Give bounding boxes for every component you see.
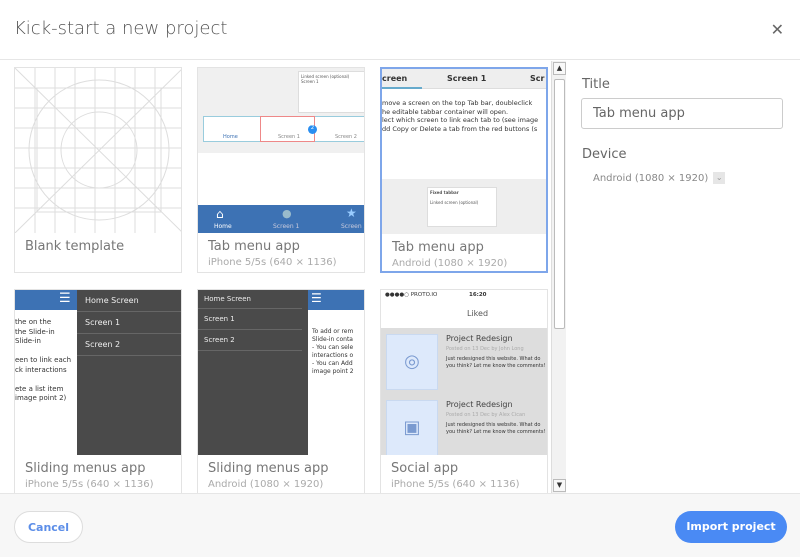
chevron-down-icon[interactable]: ⌄: [713, 172, 726, 184]
sliding-menu-android-thumbnail: Home Screen Screen 1 Screen 2 ☰ To add o…: [198, 290, 364, 455]
template-name: Sliding menus app: [208, 461, 329, 476]
side-menu: Home Screen Screen 1 Screen 2: [77, 290, 181, 455]
globe-icon: ◎: [386, 334, 438, 390]
title-input[interactable]: [581, 98, 783, 129]
template-card-sliding-iphone[interactable]: ☰ the on the the Slide-in Slide-in een to …: [14, 289, 182, 493]
template-device: iPhone 5/5s (640 × 1136): [391, 479, 520, 490]
template-name: Tab menu app: [392, 240, 484, 255]
template-card-tab-menu-iphone[interactable]: Linked screen (optional) Screen 1 2 Home …: [197, 67, 365, 273]
scrollbar-thumb[interactable]: [554, 79, 565, 329]
grid-scrollbar[interactable]: ▲ ▼: [551, 61, 566, 493]
grid-placeholder-icon: [15, 68, 181, 233]
hamburger-icon: ☰: [59, 291, 71, 306]
template-name: Tab menu app: [208, 239, 300, 254]
project-settings-panel: Title Device Android (1080 × 1920)⌄: [566, 61, 800, 493]
template-card-social[interactable]: ●●●●○ PROTO.IO 16:20 Liked ◎ Project Red…: [380, 289, 548, 493]
template-name: Blank template: [25, 239, 125, 254]
template-device: Android (1080 × 1920): [208, 479, 324, 490]
template-card-tab-menu-android[interactable]: creen Screen 1 Scr move a screen on the …: [380, 67, 548, 273]
template-device: Android (1080 × 1920): [392, 258, 508, 269]
template-name: Social app: [391, 461, 459, 476]
tab-menu-android-thumbnail: creen Screen 1 Scr move a screen on the …: [382, 69, 546, 234]
scroll-down-icon[interactable]: ▼: [553, 479, 566, 492]
template-device: iPhone 5/5s (640 × 1136): [208, 257, 337, 268]
user-icon: ●: [282, 207, 292, 220]
device-select[interactable]: Android (1080 × 1920) ⌄: [593, 172, 726, 184]
home-icon: ⌂: [216, 207, 224, 221]
dialog-footer: Cancel Import project: [0, 493, 800, 557]
scroll-up-icon[interactable]: ▲: [553, 62, 566, 75]
template-card-sliding-android[interactable]: Home Screen Screen 1 Screen 2 ☰ To add o…: [197, 289, 365, 493]
close-icon[interactable]: ✕: [771, 20, 784, 39]
social-thumbnail: ●●●●○ PROTO.IO 16:20 Liked ◎ Project Red…: [381, 290, 547, 455]
hamburger-icon: ☰: [311, 291, 322, 305]
cancel-button[interactable]: Cancel: [14, 511, 83, 543]
tab-bar: ⌂ ● ★ Home Screen 1 Screen 2: [198, 205, 364, 233]
dialog-title: Kick-start a new project: [14, 18, 228, 39]
template-grid: Blank template Linked screen (optional) S…: [0, 61, 551, 493]
template-device: iPhone 5/5s (640 × 1136): [25, 479, 154, 490]
template-card-blank[interactable]: Blank template: [14, 67, 182, 273]
import-project-button[interactable]: Import project: [675, 511, 787, 543]
template-name: Sliding menus app: [25, 461, 146, 476]
tab-menu-thumbnail: Linked screen (optional) Screen 1 2 Home …: [198, 68, 364, 233]
dialog-header: Kick-start a new project ✕: [0, 0, 800, 60]
title-label: Title: [582, 77, 610, 92]
blank-thumbnail: [15, 68, 181, 233]
star-icon: ★: [346, 206, 357, 220]
device-label: Device: [582, 147, 627, 162]
sliding-menu-thumbnail: ☰ the on the the Slide-in Slide-in een to …: [15, 290, 181, 455]
image-icon: ▣: [386, 400, 438, 455]
